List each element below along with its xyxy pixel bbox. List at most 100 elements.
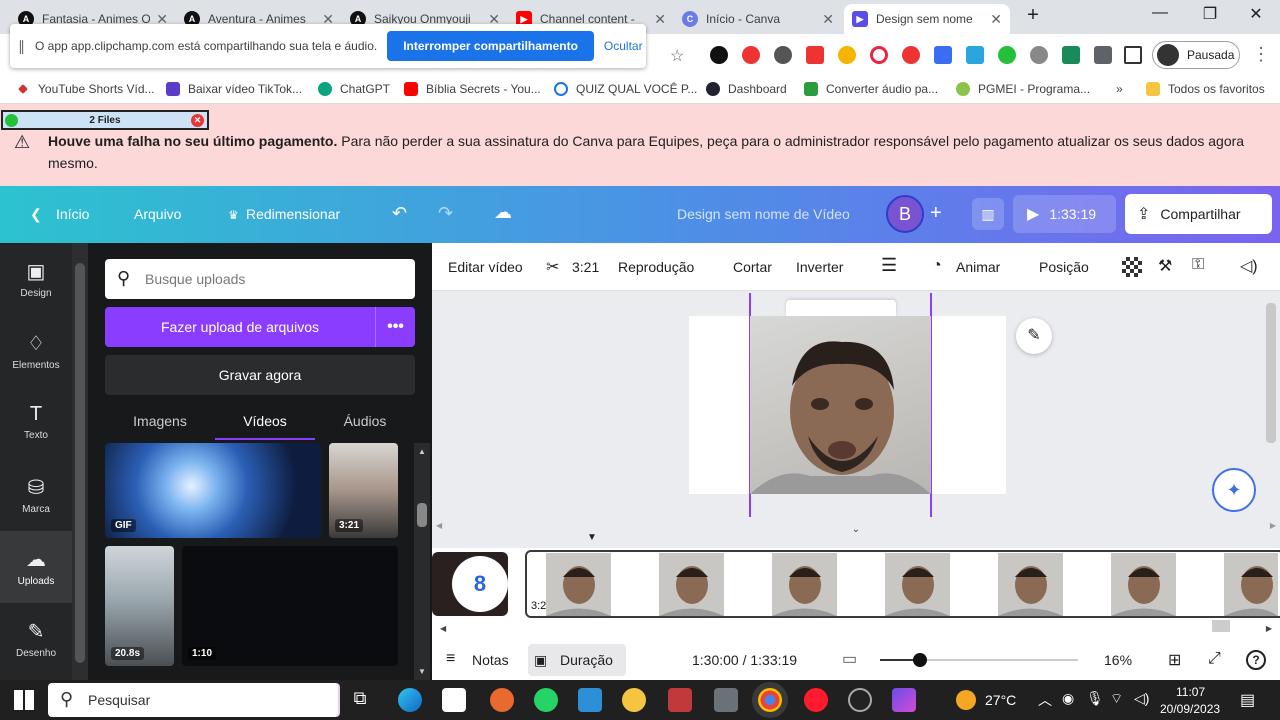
close-icon[interactable]: ✕ bbox=[654, 11, 666, 28]
chevron-down-icon[interactable]: ⌄ bbox=[848, 524, 864, 538]
files-widget[interactable]: 2 Files ✕ bbox=[1, 110, 209, 130]
clock-time[interactable]: 11:07 bbox=[1176, 685, 1205, 699]
extension-icon[interactable] bbox=[806, 46, 824, 64]
tab-videos[interactable]: Vídeos bbox=[215, 413, 315, 429]
paint-roller-icon[interactable]: ⚒ bbox=[1158, 256, 1172, 276]
browser-tab-5[interactable]: C Início - Canva ✕ bbox=[674, 4, 842, 34]
upload-thumb-video[interactable]: 3:21 bbox=[329, 443, 398, 538]
redo-icon[interactable]: ↷ bbox=[438, 203, 453, 224]
scroll-up-icon[interactable]: ▲ bbox=[418, 447, 426, 456]
close-icon[interactable]: ✕ bbox=[990, 11, 1002, 28]
scroll-thumb[interactable] bbox=[75, 263, 85, 663]
extension-icon[interactable] bbox=[710, 46, 728, 64]
bookmark-item[interactable]: Dashboard bbox=[706, 82, 787, 96]
chevron-up-icon[interactable]: ︿ bbox=[1038, 690, 1052, 710]
windows-start-icon[interactable] bbox=[14, 690, 34, 710]
chevron-left-icon[interactable]: ❮ bbox=[30, 206, 42, 223]
scroll-right-icon[interactable]: ▶ bbox=[1266, 624, 1272, 633]
microphone-icon[interactable]: 🎙 bbox=[1086, 690, 1104, 707]
position-button[interactable]: Posição bbox=[1039, 259, 1089, 275]
app-icon[interactable] bbox=[668, 688, 692, 712]
border-style-icon[interactable]: ☰ bbox=[881, 255, 897, 276]
add-member-icon[interactable]: + bbox=[930, 202, 942, 225]
volume-icon[interactable]: ◁) bbox=[1240, 256, 1258, 276]
bookmark-item[interactable]: QUIZ QUAL VOCÊ P... bbox=[554, 82, 697, 96]
notifications-icon[interactable]: ▤ bbox=[1240, 690, 1255, 710]
extension-icon[interactable] bbox=[934, 46, 952, 64]
playhead-icon[interactable]: ▼ bbox=[587, 532, 597, 543]
rail-item-text[interactable]: T Texto bbox=[0, 387, 72, 459]
upload-thumb-gif[interactable]: GIF bbox=[105, 443, 321, 538]
minimize-icon[interactable]: — bbox=[1140, 4, 1180, 22]
undo-icon[interactable]: ↶ bbox=[392, 203, 407, 224]
user-avatar[interactable]: B bbox=[886, 195, 924, 233]
scroll-left-icon[interactable]: ◀ bbox=[436, 521, 442, 530]
app-icon[interactable] bbox=[848, 688, 872, 712]
extension-icon[interactable] bbox=[1030, 46, 1048, 64]
rail-item-draw[interactable]: ✎ Desenho bbox=[0, 603, 72, 675]
grid-view-icon[interactable]: ⊞ bbox=[1168, 650, 1181, 670]
bookmark-item[interactable]: Bíblia Secrets - You... bbox=[404, 82, 541, 96]
scroll-down-icon[interactable]: ▼ bbox=[418, 667, 426, 676]
profile-button[interactable]: Pausada bbox=[1152, 41, 1240, 69]
insights-icon[interactable]: ▥ bbox=[972, 198, 1004, 230]
speaker-icon[interactable]: ◁) bbox=[1134, 690, 1149, 707]
video-element[interactable] bbox=[750, 316, 931, 494]
extension-icon[interactable] bbox=[838, 46, 856, 64]
notes-button[interactable]: Notas bbox=[472, 652, 509, 668]
panel-scrollbar[interactable]: ▲ ▼ bbox=[414, 443, 430, 680]
extension-icon[interactable] bbox=[902, 46, 920, 64]
extension-icon[interactable] bbox=[742, 46, 760, 64]
playback-button[interactable]: Reprodução bbox=[618, 259, 694, 275]
clock-date[interactable]: 20/09/2023 bbox=[1160, 702, 1220, 716]
search-input[interactable]: ⚲ Busque uploads bbox=[105, 259, 415, 299]
magic-assistant-icon[interactable]: ✦ bbox=[1212, 468, 1256, 512]
bookmark-item[interactable]: YouTube Shorts Víd... bbox=[16, 82, 155, 96]
tab-audios[interactable]: Áudios bbox=[315, 413, 415, 429]
upload-files-button[interactable]: Fazer upload de arquivos bbox=[105, 307, 375, 347]
new-tab-icon[interactable]: + bbox=[1013, 4, 1053, 27]
animate-button[interactable]: Animar bbox=[956, 259, 1000, 275]
opera-icon[interactable] bbox=[804, 688, 828, 712]
duration-button[interactable]: Duração bbox=[560, 652, 613, 668]
share-button[interactable]: ⇪ Compartilhar bbox=[1125, 194, 1272, 234]
extension-icon[interactable] bbox=[774, 46, 792, 64]
close-icon[interactable]: ✕ bbox=[191, 114, 204, 127]
wifi-icon[interactable]: ⌔ bbox=[1110, 690, 1123, 708]
restore-icon[interactable]: ❐ bbox=[1190, 4, 1230, 24]
extensions-puzzle-icon[interactable] bbox=[1094, 46, 1112, 64]
rail-item-uploads[interactable]: ☁ Uploads bbox=[0, 531, 72, 603]
timeline-previous-clip[interactable]: 8 bbox=[432, 552, 508, 616]
resize-button[interactable]: Redimensionar bbox=[246, 206, 340, 222]
weather-temp[interactable]: 27°C bbox=[985, 692, 1016, 708]
lock-icon[interactable]: ⚿ bbox=[1192, 256, 1204, 274]
rail-item-elements[interactable]: ♢ Elementos bbox=[0, 315, 72, 387]
canvas-scrollbar[interactable] bbox=[1266, 303, 1276, 443]
add-comment-icon[interactable]: ✎ bbox=[1016, 318, 1052, 354]
extension-icon[interactable] bbox=[998, 46, 1016, 64]
file-menu[interactable]: Arquivo bbox=[134, 206, 181, 222]
star-icon[interactable]: ☆ bbox=[670, 46, 684, 66]
app-icon[interactable] bbox=[622, 688, 646, 712]
zoom-slider[interactable] bbox=[880, 653, 1078, 667]
clipchamp-icon[interactable] bbox=[892, 688, 916, 712]
scissors-icon[interactable]: ✂ bbox=[546, 257, 559, 277]
bookmark-item[interactable]: Baixar vídeo TikTok... bbox=[166, 82, 302, 96]
hide-button[interactable]: Ocultar bbox=[604, 39, 643, 53]
close-icon[interactable]: ✕ bbox=[822, 11, 834, 28]
capcut-icon[interactable] bbox=[442, 688, 466, 712]
element-floating-toolbar[interactable] bbox=[786, 300, 896, 316]
flip-button[interactable]: Inverter bbox=[796, 259, 843, 275]
more-bookmarks[interactable]: » bbox=[1116, 82, 1123, 96]
tab-images[interactable]: Imagens bbox=[110, 413, 210, 429]
play-button[interactable]: ▶ 1:33:19 bbox=[1013, 195, 1116, 233]
upload-more-button[interactable]: ••• bbox=[375, 307, 415, 347]
edit-video-button[interactable]: Editar vídeo bbox=[448, 259, 523, 275]
extension-icon[interactable] bbox=[870, 46, 888, 64]
fullscreen-icon[interactable]: ⤢ bbox=[1208, 650, 1221, 668]
scroll-right-icon[interactable]: ▶ bbox=[1270, 521, 1276, 530]
extension-icon[interactable] bbox=[1062, 46, 1080, 64]
design-title[interactable]: Design sem nome de Vídeo bbox=[677, 206, 850, 222]
edge-icon[interactable] bbox=[398, 688, 422, 712]
menu-icon[interactable]: ⋮ bbox=[1252, 44, 1270, 65]
